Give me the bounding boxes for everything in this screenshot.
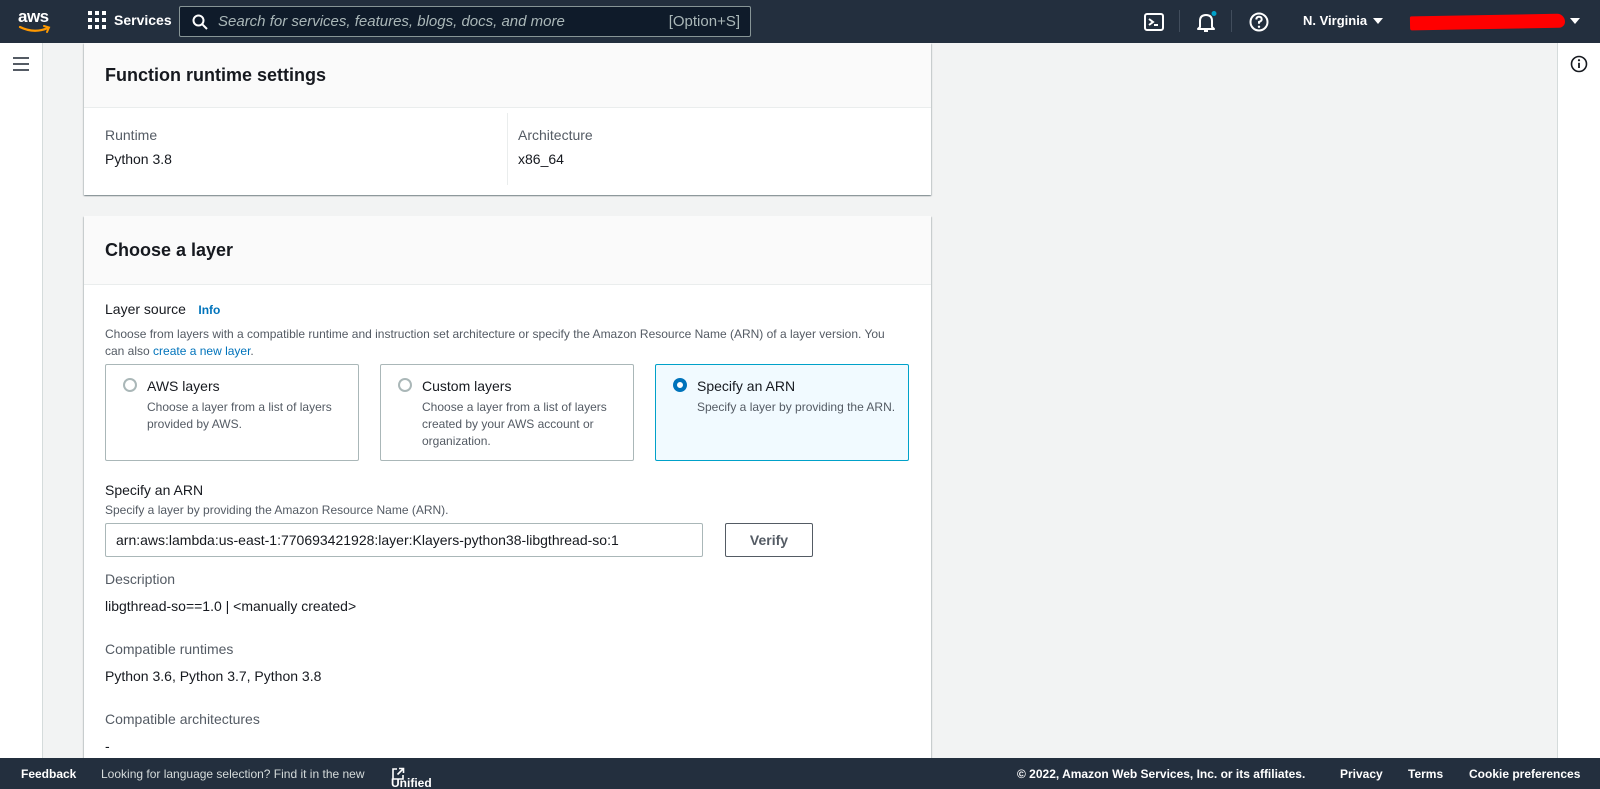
language-hint-text: Looking for language selection? Find it … <box>101 767 365 781</box>
arn-field-label: Specify an ARN <box>105 482 204 498</box>
top-navigation: aws Services [Option+S] N. <box>0 0 1600 43</box>
caret-down-icon <box>1373 17 1384 24</box>
architecture-value: x86_64 <box>518 151 564 167</box>
unified-settings-link[interactable]: Unified Settings <box>391 767 432 789</box>
copyright-text: © 2022, Amazon Web Services, Inc. or its… <box>1017 767 1306 781</box>
verify-button[interactable]: Verify <box>725 523 813 557</box>
unified-settings-label: Unified Settings <box>391 776 432 789</box>
architecture-label: Architecture <box>518 127 593 143</box>
terms-link[interactable]: Terms <box>1408 767 1443 781</box>
cloudshell-icon[interactable] <box>1143 11 1165 33</box>
global-search[interactable]: [Option+S] <box>179 6 751 37</box>
console-footer: Feedback Looking for language selection?… <box>0 758 1600 789</box>
description-field: Description libgthread-so==1.0 | <manual… <box>105 571 356 614</box>
menu-hamburger-icon[interactable] <box>13 57 29 71</box>
option-title: Custom layers <box>422 378 512 394</box>
custom-layers-option[interactable]: Custom layers Choose a layer from a list… <box>380 364 634 461</box>
compatible-architectures-label: Compatible architectures <box>105 711 260 727</box>
description-value: libgthread-so==1.0 | <manually created> <box>105 598 357 614</box>
specify-arn-option[interactable]: Specify an ARN Specify a layer by provid… <box>655 364 909 461</box>
compatible-runtimes-field: Compatible runtimes Python 3.6, Python 3… <box>105 641 321 684</box>
panel-title: Function runtime settings <box>105 64 327 85</box>
create-new-layer-link[interactable]: create a new layer <box>153 344 250 358</box>
apps-grid-icon <box>88 11 106 29</box>
arn-input[interactable] <box>105 523 703 557</box>
option-description: Choose a layer from a list of layers pro… <box>147 400 332 431</box>
compatible-architectures-field: Compatible architectures - <box>105 711 260 754</box>
option-title: AWS layers <box>147 378 220 394</box>
option-description: Choose a layer from a list of layers cre… <box>422 400 607 448</box>
panel-title: Choose a layer <box>105 239 234 260</box>
runtime-field: Runtime Python 3.8 <box>105 127 172 167</box>
option-title: Specify an ARN <box>697 378 796 394</box>
cookie-preferences-link[interactable]: Cookie preferences <box>1469 767 1580 781</box>
option-description: Specify a layer by providing the ARN. <box>697 400 896 414</box>
aws-layers-option[interactable]: AWS layers Choose a layer from a list of… <box>105 364 359 461</box>
caret-down-icon <box>1570 18 1580 24</box>
radio-button[interactable] <box>398 378 412 392</box>
left-navigation-rail <box>0 43 43 758</box>
redacted-account-name <box>1409 13 1566 31</box>
services-label: Services <box>114 12 172 28</box>
runtime-value: Python 3.8 <box>105 151 172 167</box>
notifications-bell-icon[interactable] <box>1195 11 1217 33</box>
runtime-label: Runtime <box>105 127 158 143</box>
aws-logo-text: aws <box>18 7 49 26</box>
architecture-field: Architecture x86_64 <box>518 127 593 167</box>
nav-divider <box>1179 10 1180 32</box>
arn-field-description: Specify a layer by providing the Amazon … <box>105 503 449 517</box>
compatible-architectures-value: - <box>105 738 110 754</box>
description-label: Description <box>105 571 176 587</box>
layer-source-header: Layer source Info <box>105 301 220 319</box>
desc-text-end: . <box>250 344 254 358</box>
help-panel-rail <box>1557 43 1600 758</box>
services-menu-button[interactable]: Services <box>88 11 172 29</box>
nav-divider <box>1231 10 1232 32</box>
aws-logo[interactable]: aws <box>18 7 54 35</box>
compatible-runtimes-value: Python 3.6, Python 3.7, Python 3.8 <box>105 668 322 684</box>
privacy-link[interactable]: Privacy <box>1340 767 1383 781</box>
panel-header: Function runtime settings <box>84 43 931 108</box>
column-divider <box>507 113 508 185</box>
account-menu[interactable] <box>1409 13 1580 31</box>
choose-layer-panel: Choose a layer Layer source Info Choose … <box>84 216 931 776</box>
aws-smile-icon <box>18 25 51 33</box>
help-icon[interactable] <box>1248 11 1270 33</box>
info-link[interactable]: Info <box>198 303 220 317</box>
search-icon <box>192 14 208 30</box>
radio-button[interactable] <box>123 378 137 392</box>
function-runtime-settings-panel: Function runtime settings Runtime Python… <box>84 43 931 195</box>
search-input[interactable] <box>218 13 669 30</box>
info-icon[interactable] <box>1570 55 1588 73</box>
search-shortcut-hint: [Option+S] <box>668 13 740 30</box>
region-label: N. Virginia <box>1303 13 1368 28</box>
layer-source-label: Layer source <box>105 301 186 317</box>
feedback-link[interactable]: Feedback <box>21 767 76 781</box>
layer-source-description: Choose from layers with a compatible run… <box>105 326 895 360</box>
compatible-runtimes-label: Compatible runtimes <box>105 641 234 657</box>
region-selector[interactable]: N. Virginia <box>1303 13 1384 28</box>
panel-header: Choose a layer <box>84 216 931 285</box>
radio-button-selected[interactable] <box>673 378 687 392</box>
